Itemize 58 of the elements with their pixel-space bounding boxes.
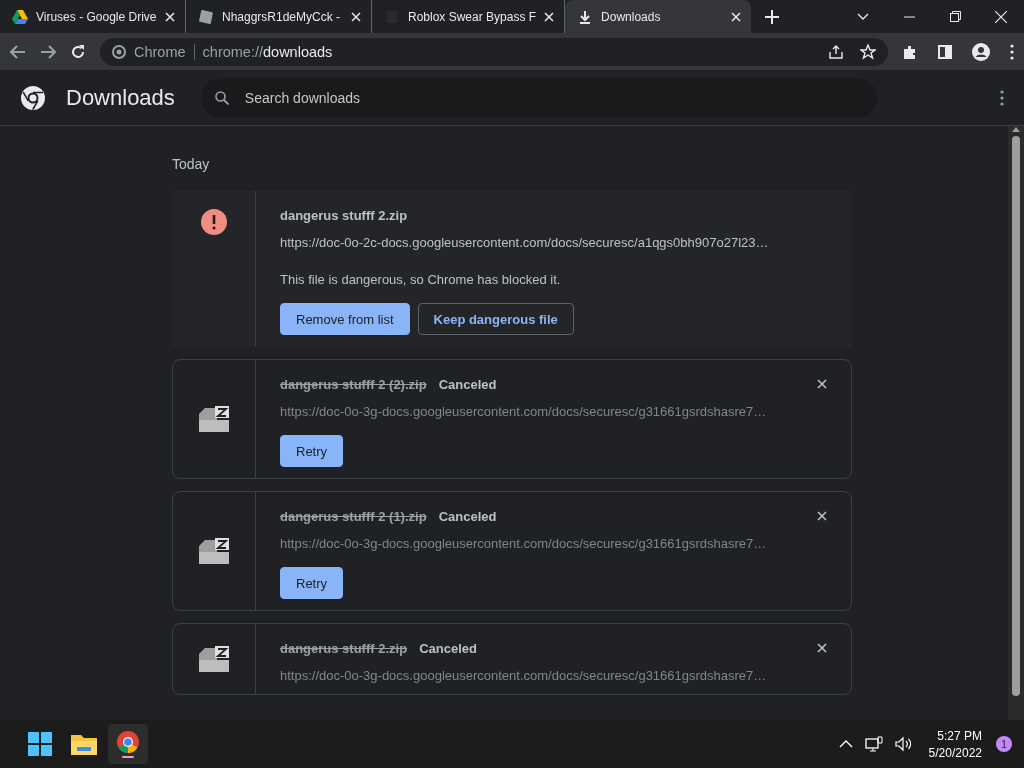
share-icon[interactable] — [828, 43, 844, 60]
action-button[interactable]: Retry — [280, 567, 344, 599]
scroll-up-icon[interactable] — [1012, 126, 1020, 132]
restore-icon[interactable] — [949, 11, 961, 22]
close-icon[interactable] — [817, 379, 827, 389]
scrollbar[interactable] — [1008, 126, 1024, 720]
new-tab-icon[interactable] — [765, 9, 780, 24]
file-url: https://doc-0o-3g-docs.googleusercontent.com/docs/securesc/g31661gsrdshasre7… — [280, 404, 768, 419]
puzzle-icon[interactable] — [902, 43, 918, 60]
chrome-logo-icon — [112, 44, 126, 59]
file-name: dangerus stufff 2.zip — [280, 641, 408, 656]
browser-tab[interactable]: Downloads — [565, 0, 752, 33]
notification-badge[interactable]: 1 — [996, 736, 1012, 752]
drive-icon — [12, 8, 28, 25]
close-icon[interactable] — [817, 643, 827, 653]
warning-message: This file is dangerous, so Chrome has blocked it. — [280, 272, 562, 287]
search-field[interactable]: Search downloads — [200, 77, 877, 118]
chrome-logo-icon — [20, 84, 46, 111]
warning-icon — [201, 209, 227, 235]
close-icon[interactable] — [817, 511, 827, 521]
menu-icon[interactable] — [1010, 43, 1014, 60]
file-name: dangerus stufff 2 (2).zip — [280, 377, 427, 392]
site-label: Chrome — [134, 43, 186, 60]
status-text: Canceled — [438, 377, 497, 392]
address-bar[interactable]: Chrome chrome://downloads — [100, 37, 888, 66]
section-heading: Today — [172, 156, 211, 172]
search-icon — [214, 90, 229, 105]
action-button[interactable]: Retry — [280, 435, 344, 467]
file-url: https://doc-0o-2c-docs.googleusercontent.com/docs/securesc/a1qgs0bh907o27l23… — [280, 235, 770, 250]
side-panel-icon[interactable] — [938, 44, 952, 59]
profile-icon[interactable] — [972, 42, 990, 61]
file-url: https://doc-0o-3g-docs.googleusercontent.com/docs/securesc/g31661gsrdshasre7… — [280, 536, 768, 551]
speaker-icon[interactable] — [894, 736, 913, 752]
forward-icon[interactable] — [40, 44, 56, 59]
file-url: https://doc-0o-3g-docs.googleusercontent.com/docs/securesc/g31661gsrdshasre7… — [280, 668, 768, 683]
zip-file-icon — [198, 645, 230, 673]
windows-start-icon[interactable] — [28, 732, 52, 756]
file-name: dangerus stufff 2.zip — [280, 208, 408, 223]
status-text: Canceled — [419, 641, 477, 656]
zip-file-icon — [198, 537, 230, 565]
page-title: Downloads — [66, 84, 175, 111]
reload-icon[interactable] — [70, 43, 86, 60]
network-icon[interactable] — [864, 736, 883, 752]
status-text: Canceled — [438, 509, 497, 524]
action-button[interactable]: Keep dangerous file — [417, 303, 574, 335]
action-button[interactable]: Remove from list — [280, 303, 410, 335]
back-icon[interactable] — [10, 44, 26, 59]
chrome-app-icon[interactable] — [116, 730, 140, 758]
chevron-down-icon[interactable] — [857, 12, 869, 21]
minimize-icon[interactable] — [903, 15, 915, 18]
more-icon[interactable] — [1000, 89, 1004, 106]
folder-icon[interactable] — [71, 733, 97, 755]
file-name: dangerus stufff 2 (1).zip — [280, 509, 427, 524]
chevron-up-icon[interactable] — [838, 740, 853, 748]
star-icon[interactable] — [860, 43, 876, 60]
url-text: chrome://downloads — [202, 43, 333, 60]
zip-file-icon — [198, 405, 230, 433]
clock[interactable]: 5:27 PM 5/20/2022 — [928, 728, 982, 760]
